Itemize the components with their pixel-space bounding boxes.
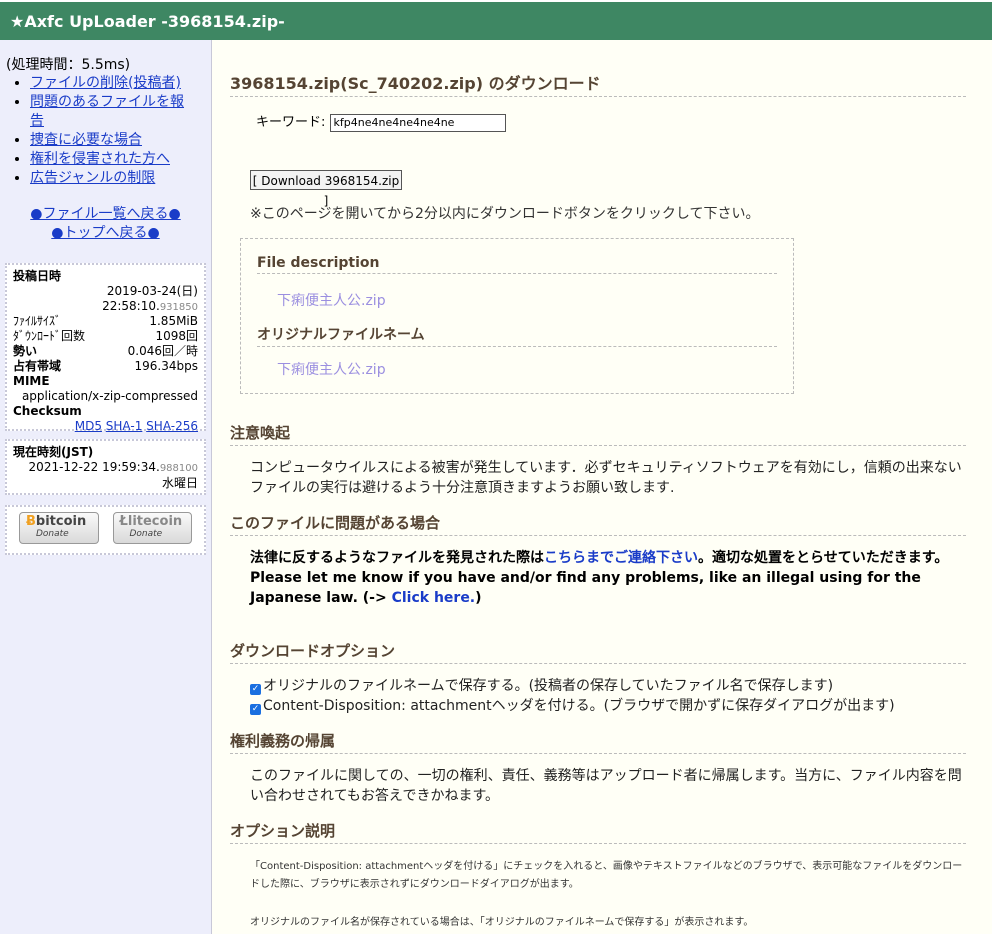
posted-date: 2019-03-24(日) — [106, 284, 198, 298]
sha256-link[interactable]: SHA-256 — [146, 419, 198, 433]
sidebar-item-rights: 権利を侵害された方へ — [30, 150, 211, 169]
bandwidth-value: 196.34bps — [134, 359, 198, 373]
file-description-box: File description 下痢便主人公.zip オリジナルファイルネーム… — [240, 238, 794, 394]
current-time-label: 現在時刻(JST) — [13, 445, 94, 459]
sidebar-item-report: 問題のあるファイルを報告 — [30, 93, 211, 131]
delete-file-link[interactable]: ファイルの削除(投稿者) — [30, 75, 181, 91]
explain-text-2: オリジナルのファイル名が保存されている場合は、「オリジナルのファイルネームで保存… — [250, 917, 754, 928]
keyword-row: キーワード: kfp4ne4ne4ne4ne4ne — [256, 111, 506, 132]
original-name-label: オリジナルファイルネーム — [257, 324, 777, 347]
bandwidth-label: 占有帯域 — [13, 359, 62, 373]
main-content: 3968154.zip(Sc_740202.zip) のダウンロード キーワード… — [212, 40, 992, 934]
downloads-label: ﾀﾞｳﾝﾛｰﾄﾞ回数 — [13, 329, 86, 343]
bitcoin-donate-button[interactable]: Ƀbitcoin Donate — [19, 512, 99, 544]
caution-title: 注意喚起 — [230, 422, 966, 446]
ad-genre-link[interactable]: 広告ジャンルの制限 — [30, 170, 155, 186]
rights-title: 権利義務の帰属 — [230, 730, 966, 754]
keyword-label: キーワード: — [256, 115, 326, 130]
report-file-link-cont[interactable]: 告 — [30, 113, 44, 129]
sidebar-link-list: ファイルの削除(投稿者) 問題のあるファイルを報告 捜査に必要な場合 権利を侵害… — [0, 74, 211, 188]
download-notice: ※このページを開いてから2分以内にダウンロードボタンをクリックして下さい。 — [250, 206, 760, 222]
current-time-box: 現在時刻(JST) 2021-12-22 19:59:34.988100 水曜日 — [5, 439, 206, 495]
click-here-link[interactable]: Click here. — [392, 590, 476, 606]
investigation-link[interactable]: 捜査に必要な場合 — [30, 132, 142, 148]
explain-title: オプション説明 — [230, 820, 966, 844]
mime-label: MIME — [13, 374, 50, 388]
sidebar-item-ad-genre: 広告ジャンルの制限 — [30, 169, 211, 188]
download-button[interactable]: [ Download 3968154.zip ] — [250, 170, 402, 208]
problem-text: 法律に反するようなファイルを発見された際はこちらまでご連絡下さい。適切な処置をと… — [250, 550, 949, 606]
litecoin-label: Łlitecoin — [119, 514, 183, 529]
original-name-value: 下痢便主人公.zip — [277, 362, 386, 378]
download-title: 3968154.zip(Sc_740202.zip) のダウンロード — [230, 70, 966, 97]
bitcoin-icon: Ƀ — [26, 514, 36, 529]
top-page-link[interactable]: ●トップへ戻る● — [51, 225, 159, 241]
current-time-value: 2021-12-22 19:59:34.988100 — [28, 460, 198, 474]
posted-time: 22:58:10.931850 — [102, 299, 198, 313]
checkbox-original-name[interactable]: ✓ — [250, 684, 261, 695]
size-value: 1.85MiB — [149, 314, 198, 328]
litecoin-donate-text: Donate — [129, 529, 163, 539]
page-header: ★Axfc UpLoader -3968154.zip- — [0, 0, 992, 40]
sidebar: (処理時間：5.5ms) ファイルの削除(投稿者) 問題のあるファイルを報告 捜… — [0, 40, 212, 934]
current-weekday: 水曜日 — [161, 476, 198, 490]
checksum-links: MD5 SHA-1 SHA-256 — [75, 419, 198, 434]
checkbox-content-disposition[interactable]: ✓ — [250, 704, 261, 715]
bitcoin-donate-text: Donate — [36, 529, 69, 539]
rights-text: このファイルに関しての、一切の権利、責任、義務等はアップロード者に帰属します。当… — [250, 768, 962, 804]
caution-text: コンピュータウイルスによる被害が発生しています．必ずセキュリティソフトウェアを有… — [250, 460, 962, 496]
sidebar-nav: ●ファイル一覧へ戻る● ●トップへ戻る● — [0, 205, 211, 243]
sha1-link[interactable]: SHA-1 — [106, 419, 143, 433]
litecoin-icon: Ł — [119, 514, 128, 529]
sidebar-item-investigation: 捜査に必要な場合 — [30, 131, 211, 150]
option-original-name[interactable]: ✓ オリジナルのファイルネームで保存する。(投稿者の保存していたファイル名で保存し… — [250, 677, 833, 696]
file-description-label: File description — [257, 255, 777, 274]
md5-link[interactable]: MD5 — [75, 419, 102, 433]
bitcoin-label: Ƀbitcoin — [26, 514, 87, 529]
keyword-input[interactable]: kfp4ne4ne4ne4ne4ne — [329, 113, 506, 132]
options-title: ダウンロードオプション — [230, 640, 966, 664]
processing-time: (処理時間：5.5ms) — [6, 57, 131, 73]
rights-infringed-link[interactable]: 権利を侵害された方へ — [30, 151, 170, 167]
problem-title: このファイルに問題がある場合 — [230, 512, 966, 536]
posted-label: 投稿日時 — [13, 269, 62, 283]
file-description-value: 下痢便主人公.zip — [277, 293, 386, 309]
sidebar-item-delete: ファイルの削除(投稿者) — [30, 74, 211, 93]
explain-text-1: 「Content-Disposition: attachmentヘッダを付ける」… — [250, 861, 963, 890]
momentum-value: 0.046回／時 — [127, 344, 198, 358]
file-info-box: 投稿日時 2019-03-24(日) 22:58:10.931850 ﾌｧｲﾙｻ… — [5, 263, 206, 434]
option-content-disposition[interactable]: ✓ Content-Disposition: attachmentヘッダを付ける。… — [250, 697, 895, 716]
contact-link[interactable]: こちらまでご連絡下さい — [544, 550, 698, 566]
page-title: ★Axfc UpLoader -3968154.zip- — [10, 12, 285, 31]
mime-value: application/x-zip-compressed — [21, 389, 198, 403]
momentum-label: 勢い — [13, 344, 38, 358]
downloads-value: 1098回 — [155, 329, 198, 343]
checksum-label: Checksum — [13, 404, 82, 418]
litecoin-donate-button[interactable]: Łlitecoin Donate — [112, 512, 192, 544]
size-label: ﾌｧｲﾙｻｲｽﾞ — [13, 314, 62, 328]
donate-box: Ƀbitcoin Donate Łlitecoin Donate — [5, 505, 206, 555]
report-file-link[interactable]: 問題のあるファイルを報 — [30, 94, 184, 110]
file-list-link[interactable]: ●ファイル一覧へ戻る● — [30, 206, 180, 222]
